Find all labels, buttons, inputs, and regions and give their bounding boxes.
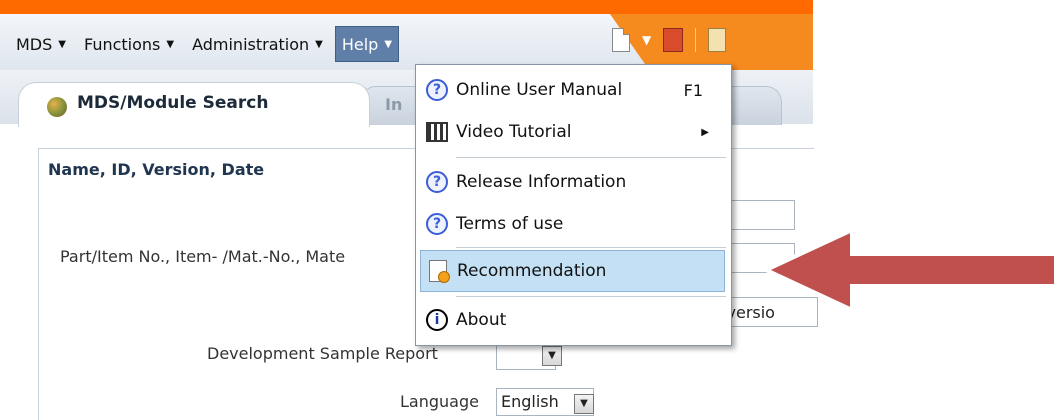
top-strip [0, 0, 813, 14]
terms-label: Terms of use [456, 214, 564, 234]
edit-icon[interactable] [708, 28, 727, 52]
question-icon: ? [426, 79, 448, 101]
menu-item-recommendation[interactable]: Recommendation [420, 250, 725, 292]
tab-active-label: MDS/Module Search [77, 93, 269, 113]
language-label: Language [400, 392, 479, 411]
menu-help-label: Help [341, 34, 379, 54]
online-manual-label: Online User Manual [456, 80, 623, 100]
menu-mds-label: MDS [16, 34, 53, 54]
menu-separator [456, 247, 726, 248]
chevron-down-icon: ▼ [166, 38, 175, 50]
red-arrow-annotation [761, 226, 1058, 314]
chevron-down-icon: ▼ [384, 38, 393, 50]
recommendation-icon [429, 260, 450, 283]
menu-item-video-tutorial[interactable]: Video Tutorial ▶ [420, 111, 725, 153]
chevron-down-icon: ▼ [58, 38, 66, 50]
part-number-label: Part/Item No., Item- /Mat.-No., Mate [60, 247, 346, 266]
menubar: MDS ▼ Functions ▼ Administration ▼ Help … [0, 26, 405, 62]
new-document-icon[interactable] [612, 28, 630, 52]
dev-sample-label: Development Sample Report [207, 344, 438, 363]
menu-functions-label: Functions [83, 34, 161, 54]
question-icon: ? [426, 213, 448, 235]
tab-mds-module-search[interactable]: MDS/Module Search [18, 82, 370, 127]
recommendation-label: Recommendation [457, 261, 607, 281]
menu-item-terms-of-use[interactable]: ? Terms of use [420, 203, 725, 245]
menu-mds[interactable]: MDS ▼ [10, 27, 72, 61]
release-info-label: Release Information [456, 172, 627, 192]
tab-inactive-label: In [385, 95, 403, 114]
menu-item-release-information[interactable]: ? Release Information [420, 161, 725, 203]
menu-functions[interactable]: Functions ▼ [78, 27, 180, 61]
dev-sample-dropdown-button[interactable]: ▼ [542, 346, 562, 366]
language-select-value: English [501, 392, 559, 411]
chevron-down-icon: ▼ [315, 38, 323, 50]
panel-title: Name, ID, Version, Date [48, 160, 265, 179]
video-icon [426, 122, 448, 142]
menu-administration[interactable]: Administration ▼ [186, 27, 329, 61]
menu-separator [456, 296, 726, 297]
question-icon: ? [426, 171, 448, 193]
video-tutorial-label: Video Tutorial [456, 122, 572, 142]
info-icon: i [426, 309, 448, 331]
toolbar-icons: ▼ [612, 28, 727, 52]
module-search-icon [47, 97, 67, 117]
chevron-down-icon[interactable]: ▼ [642, 33, 651, 47]
menu-administration-label: Administration [192, 34, 310, 54]
menu-item-online-user-manual[interactable]: ? Online User Manual F1 [420, 69, 725, 111]
menu-separator [456, 157, 726, 158]
menu-help[interactable]: Help ▼ [334, 26, 400, 62]
save-icon[interactable] [663, 28, 684, 52]
menu-item-about[interactable]: i About [420, 299, 725, 341]
submenu-arrow-icon: ▶ [701, 126, 709, 138]
help-dropdown-menu: ? Online User Manual F1 Video Tutorial ▶… [415, 64, 732, 346]
about-label: About [456, 310, 507, 330]
toolbar-separator [695, 28, 697, 52]
online-manual-shortcut: F1 [683, 80, 703, 100]
language-dropdown-button[interactable]: ▼ [574, 394, 594, 414]
